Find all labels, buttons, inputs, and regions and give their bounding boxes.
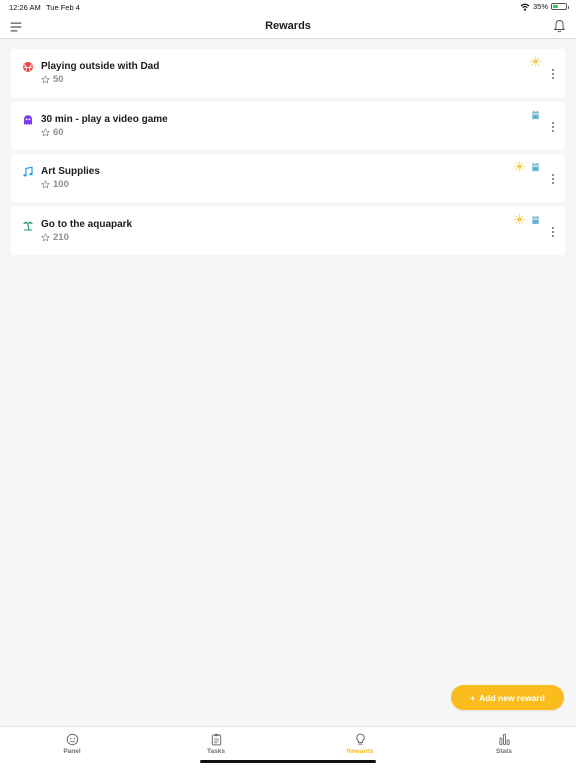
- ball-icon: [23, 62, 33, 72]
- rewards-list: Playing outside with Dad 50 30 min - pla…: [11, 49, 565, 259]
- wifi-icon: [520, 3, 530, 11]
- owl-avatar: [532, 109, 539, 119]
- lightbulb-icon: [355, 733, 365, 745]
- palm-tree-icon: [23, 221, 33, 230]
- notifications-button[interactable]: [553, 19, 566, 33]
- more-options-button[interactable]: [547, 172, 559, 184]
- reward-card[interactable]: Playing outside with Dad 50: [11, 49, 565, 97]
- tab-panel[interactable]: Panel: [32, 733, 112, 755]
- tab-rewards[interactable]: Rewards: [320, 733, 400, 755]
- tab-label: Rewards: [346, 748, 374, 755]
- assigned-avatars: [514, 213, 541, 225]
- reward-name: Art Supplies: [41, 166, 100, 177]
- add-new-reward-label: Add new reward: [479, 692, 545, 703]
- star-icon: [41, 180, 50, 189]
- status-right: 35%: [520, 2, 569, 11]
- reward-name: 30 min - play a video game: [41, 113, 168, 125]
- assigned-avatars: [530, 109, 541, 120]
- plus-icon: +: [470, 692, 476, 703]
- star-icon: [41, 127, 50, 136]
- battery-icon: [551, 3, 569, 10]
- tab-label: Panel: [63, 748, 81, 755]
- tab-tasks[interactable]: Tasks: [176, 733, 256, 755]
- music-note-icon: [23, 166, 33, 177]
- tab-label: Stats: [496, 748, 512, 755]
- reward-cost-value: 60: [53, 126, 64, 138]
- assigned-avatars: [514, 161, 541, 172]
- star-icon: [41, 75, 50, 84]
- more-options-button[interactable]: [547, 67, 559, 79]
- ghost-icon: [24, 114, 32, 125]
- reward-cost: 60: [41, 127, 64, 138]
- add-new-reward-button[interactable]: + Add new reward: [451, 685, 564, 710]
- battery-percent: 35%: [532, 2, 548, 11]
- reward-cost: 210: [41, 232, 69, 243]
- owl-avatar: [532, 214, 539, 224]
- more-vertical-icon: [552, 226, 554, 237]
- reward-cost-value: 100: [53, 179, 69, 190]
- nav-bar: Rewards: [0, 14, 576, 39]
- reward-name: Playing outside with Dad: [41, 61, 160, 72]
- owl-avatar: [532, 162, 539, 172]
- reward-card[interactable]: Art Supplies 100: [11, 154, 565, 202]
- more-options-button[interactable]: [547, 225, 559, 237]
- bar-chart-icon: [498, 733, 510, 746]
- reward-card[interactable]: 30 min - play a video game 60: [11, 101, 565, 150]
- reward-card[interactable]: Go to the aquapark 210: [11, 206, 565, 255]
- assigned-avatars: [530, 56, 541, 67]
- tab-stats[interactable]: Stats: [464, 733, 544, 755]
- clipboard-icon: [211, 733, 221, 746]
- bell-icon: [554, 20, 565, 33]
- status-time: 12:26 AM: [9, 3, 41, 12]
- tab-label: Tasks: [207, 748, 225, 755]
- sun-avatar: [514, 213, 525, 225]
- home-indicator: [200, 760, 376, 763]
- reward-cost-value: 50: [53, 74, 64, 85]
- more-vertical-icon: [552, 69, 554, 79]
- reward-cost: 50: [41, 74, 64, 85]
- smiley-icon: [66, 733, 78, 746]
- reward-cost-value: 210: [53, 231, 69, 243]
- more-vertical-icon: [552, 121, 554, 132]
- sun-avatar: [530, 56, 541, 67]
- page-title: Rewards: [265, 20, 311, 32]
- more-vertical-icon: [552, 174, 554, 184]
- more-options-button[interactable]: [547, 120, 559, 132]
- reward-name: Go to the aquapark: [41, 218, 133, 230]
- status-date: Tue Feb 4: [46, 3, 80, 12]
- star-icon: [41, 232, 50, 241]
- status-bar: 12:26 AM Tue Feb 4 35%: [0, 0, 576, 14]
- reward-cost: 100: [41, 179, 69, 190]
- sun-avatar: [514, 161, 525, 172]
